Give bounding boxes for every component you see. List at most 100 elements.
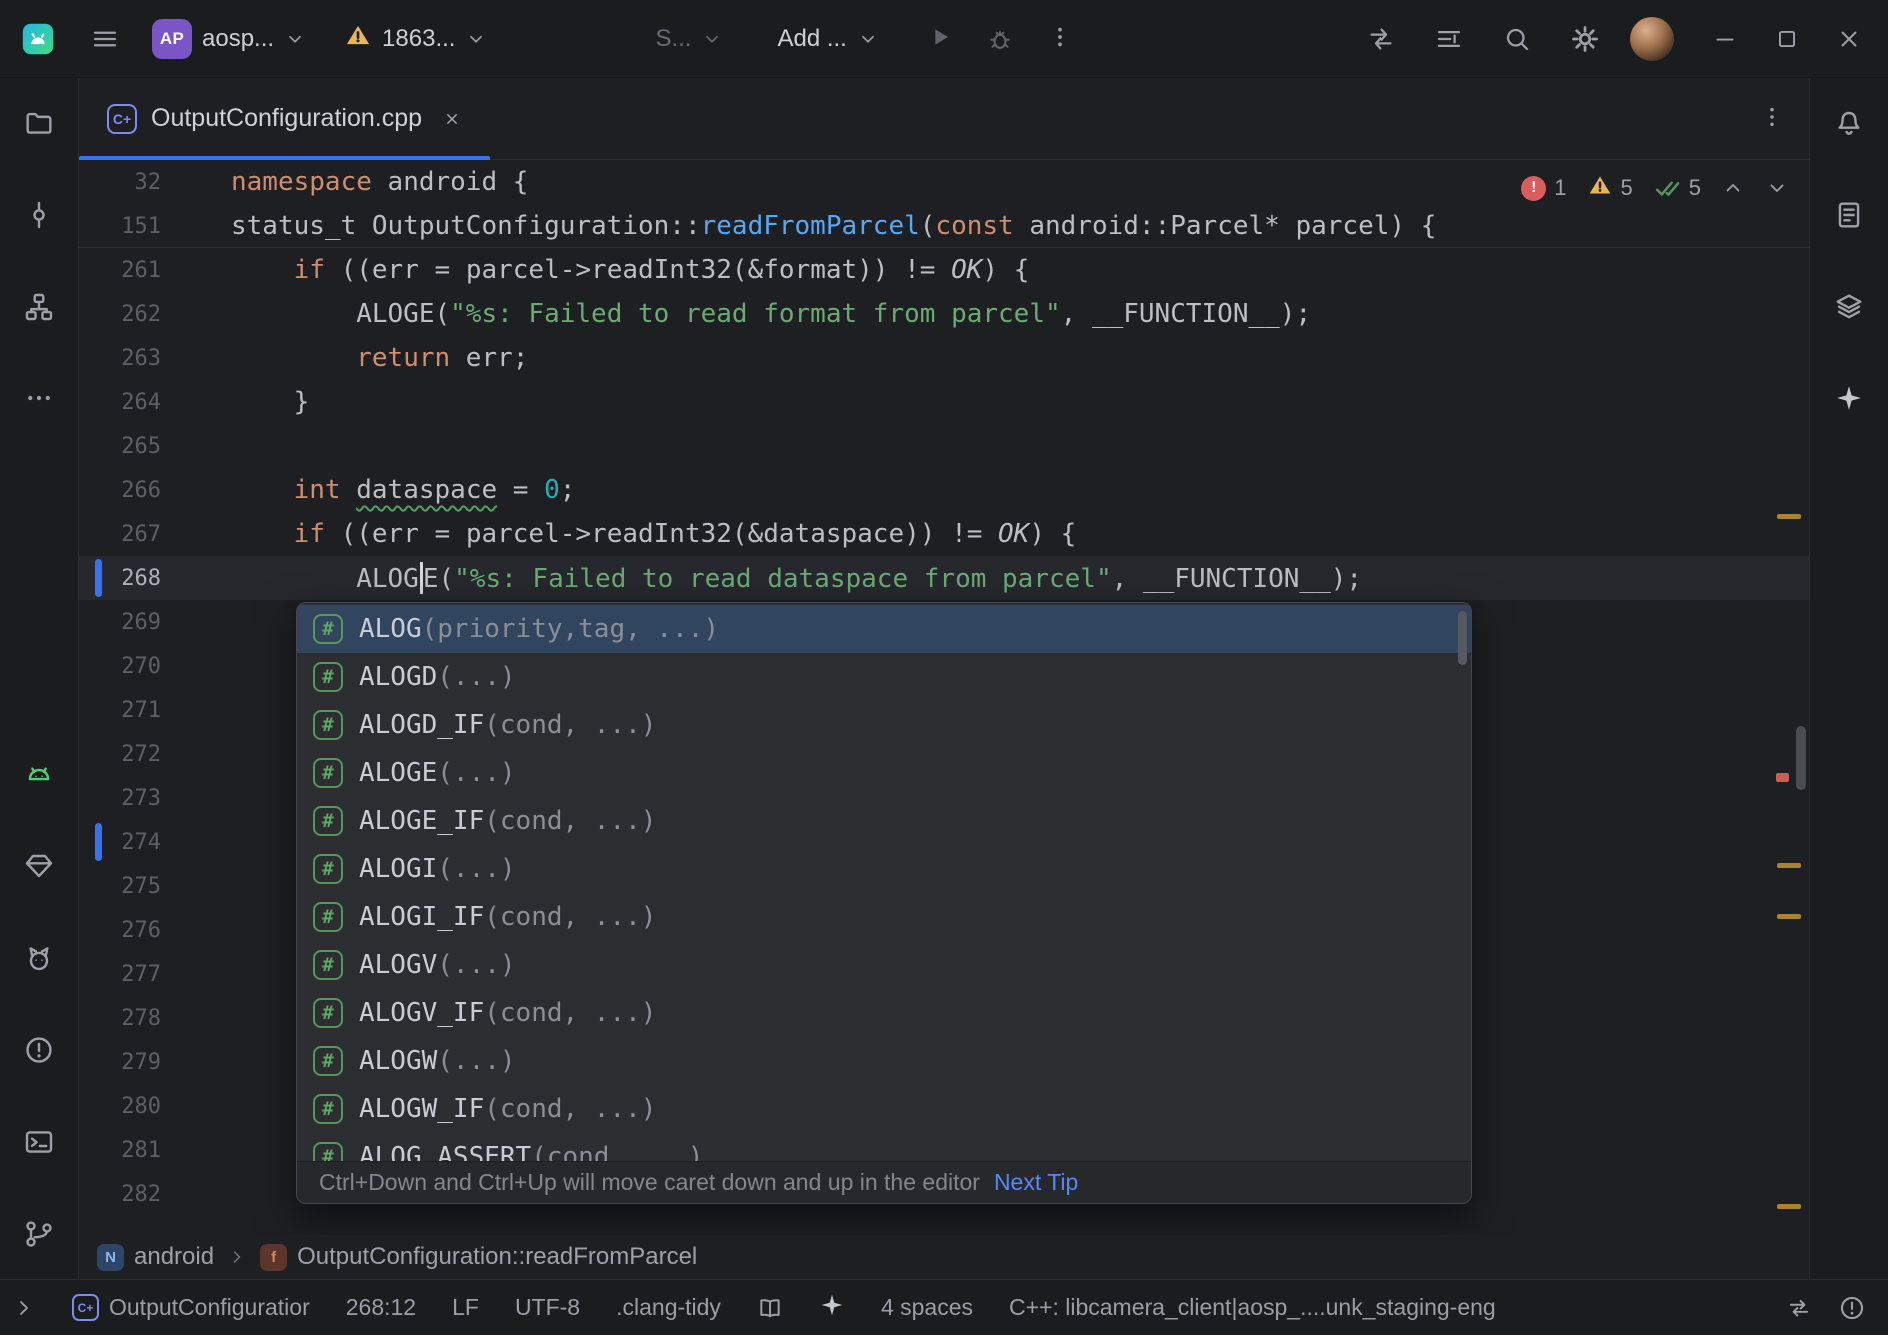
logcat-button[interactable]	[16, 935, 62, 981]
more-tool-windows-button[interactable]	[16, 376, 62, 422]
line-number[interactable]: 275	[102, 874, 161, 899]
line-number[interactable]: 282	[102, 1182, 161, 1207]
project-widget[interactable]: AP aosp...	[142, 13, 316, 65]
code-line[interactable]: 151status_t OutputConfiguration::readFro…	[79, 204, 1809, 248]
line-number[interactable]: 267	[102, 522, 161, 547]
passed-count[interactable]: 5	[1653, 174, 1701, 202]
completion-item[interactable]: #ALOGW_IF(cond, ...)	[297, 1085, 1471, 1133]
reader-mode-button[interactable]	[757, 1295, 783, 1321]
commit-tool-button[interactable]	[16, 192, 62, 238]
ai-assistant-button[interactable]	[819, 1292, 845, 1324]
completion-item[interactable]: #ALOGE(...)	[297, 749, 1471, 797]
indent-widget[interactable]: 4 spaces	[881, 1294, 973, 1321]
line-number[interactable]: 271	[102, 698, 161, 723]
line-number[interactable]: 263	[102, 346, 161, 371]
editor-area[interactable]: 32namespace android {151status_t OutputC…	[79, 160, 1809, 1235]
line-number[interactable]: 277	[102, 962, 161, 987]
line-number[interactable]: 261	[102, 258, 161, 283]
toolchain-widget[interactable]: C++: libcamera_client|aosp_....unk_stagi…	[1009, 1294, 1496, 1321]
line-number[interactable]: 273	[102, 786, 161, 811]
prev-problem-button[interactable]	[1721, 176, 1745, 200]
vcs-branch-widget[interactable]: 1863...	[334, 15, 497, 62]
gradle-tool-button[interactable]	[1826, 192, 1872, 238]
completion-item[interactable]: #ALOGI_IF(cond, ...)	[297, 893, 1471, 941]
line-number[interactable]: 278	[102, 1006, 161, 1031]
debug-button[interactable]	[977, 16, 1023, 62]
user-avatar[interactable]	[1630, 17, 1674, 61]
code-line[interactable]: 267 if ((err = parcel->readInt32(&datasp…	[79, 512, 1809, 556]
structure-tool-button[interactable]	[16, 284, 62, 330]
translate-button[interactable]	[1358, 16, 1404, 62]
line-number[interactable]: 276	[102, 918, 161, 943]
editor-options-button[interactable]	[1749, 96, 1795, 142]
stripe-warning-mark[interactable]	[1777, 914, 1801, 919]
next-tip-link[interactable]: Next Tip	[994, 1169, 1078, 1196]
next-problem-button[interactable]	[1765, 176, 1789, 200]
warning-count[interactable]: 5	[1587, 172, 1633, 204]
line-number[interactable]: 265	[102, 434, 161, 459]
code-line[interactable]: 266 int dataspace = 0;	[79, 468, 1809, 512]
line-number[interactable]: 279	[102, 1050, 161, 1075]
statusbar-chevron-button[interactable]	[12, 1296, 36, 1320]
line-number[interactable]: 270	[102, 654, 161, 679]
close-button[interactable]	[1826, 16, 1872, 62]
line-number[interactable]: 264	[102, 390, 161, 415]
clang-tidy-widget[interactable]: .clang-tidy	[616, 1294, 721, 1321]
line-number[interactable]: 272	[102, 742, 161, 767]
code-line[interactable]: 264 }	[79, 380, 1809, 424]
sync-button[interactable]	[1786, 1295, 1812, 1321]
stripe-warning-mark[interactable]	[1777, 514, 1801, 519]
notifications-button[interactable]	[1826, 100, 1872, 146]
completion-item[interactable]: #ALOG(priority,tag, ...)	[297, 605, 1471, 653]
minimize-button[interactable]	[1702, 16, 1748, 62]
code-line[interactable]: 263 return err;	[79, 336, 1809, 380]
terminal-tool-button[interactable]	[16, 1119, 62, 1165]
line-number[interactable]: 32	[102, 170, 161, 195]
line-number[interactable]: 262	[102, 302, 161, 327]
line-number[interactable]: 280	[102, 1094, 161, 1119]
completion-item[interactable]: #ALOGD(...)	[297, 653, 1471, 701]
completion-item[interactable]: #ALOGV(...)	[297, 941, 1471, 989]
line-number[interactable]: 269	[102, 610, 161, 635]
completion-item[interactable]: #ALOGI(...)	[297, 845, 1471, 893]
editor-scrollbar-thumb[interactable]	[1796, 726, 1806, 790]
completion-item[interactable]: #ALOGW(...)	[297, 1037, 1471, 1085]
line-separator-widget[interactable]: LF	[452, 1294, 479, 1321]
code-line[interactable]: 261 if ((err = parcel->readInt32(&format…	[79, 248, 1809, 292]
encoding-widget[interactable]: UTF-8	[515, 1294, 580, 1321]
version-control-button[interactable]	[16, 1211, 62, 1257]
line-number[interactable]: 266	[102, 478, 161, 503]
settings-button[interactable]	[1562, 16, 1608, 62]
code-line[interactable]: 265	[79, 424, 1809, 468]
stripe-warning-mark[interactable]	[1777, 863, 1801, 868]
breadcrumb-namespace[interactable]: N android	[97, 1243, 214, 1271]
problems-tool-button[interactable]	[16, 1027, 62, 1073]
statusbar-file-widget[interactable]: C+ OutputConfiguratior	[72, 1294, 310, 1321]
gemini-button[interactable]	[1826, 376, 1872, 422]
line-number[interactable]: 274	[102, 830, 161, 855]
completion-item[interactable]: #ALOGV_IF(cond, ...)	[297, 989, 1471, 1037]
device-manager-button[interactable]	[1826, 284, 1872, 330]
android-tool-button[interactable]	[16, 751, 62, 797]
more-actions-button[interactable]	[1037, 16, 1083, 62]
search-everywhere-button[interactable]	[1494, 16, 1540, 62]
breadcrumb-function[interactable]: f OutputConfiguration::readFromParcel	[260, 1243, 697, 1271]
completion-item[interactable]: #ALOGE_IF(cond, ...)	[297, 797, 1471, 845]
stripe-warning-mark[interactable]	[1777, 1204, 1801, 1209]
add-configuration-button[interactable]: Add ...	[767, 19, 888, 59]
code-line[interactable]: 268 ALOGE("%s: Failed to read dataspace …	[79, 556, 1809, 600]
error-count[interactable]: ! 1	[1521, 175, 1566, 201]
run-config-selector[interactable]: S...	[645, 19, 733, 59]
line-number[interactable]: 268	[102, 566, 161, 591]
popup-scrollbar-thumb[interactable]	[1458, 611, 1467, 665]
toolwindow-layout-button[interactable]	[1426, 16, 1472, 62]
editor-tab-outputconfiguration[interactable]: C+ OutputConfiguration.cpp	[79, 78, 490, 159]
completion-item[interactable]: #ALOGD_IF(cond, ...)	[297, 701, 1471, 749]
code-line[interactable]: 262 ALOGE("%s: Failed to read format fro…	[79, 292, 1809, 336]
project-tool-button[interactable]	[16, 100, 62, 146]
stripe-error-mark[interactable]	[1776, 773, 1789, 782]
app-insights-button[interactable]	[16, 843, 62, 889]
line-number[interactable]: 151	[102, 214, 161, 239]
completion-item[interactable]: #ALOG_ASSERT(cond, ...)	[297, 1133, 1471, 1161]
run-button[interactable]	[917, 16, 963, 62]
